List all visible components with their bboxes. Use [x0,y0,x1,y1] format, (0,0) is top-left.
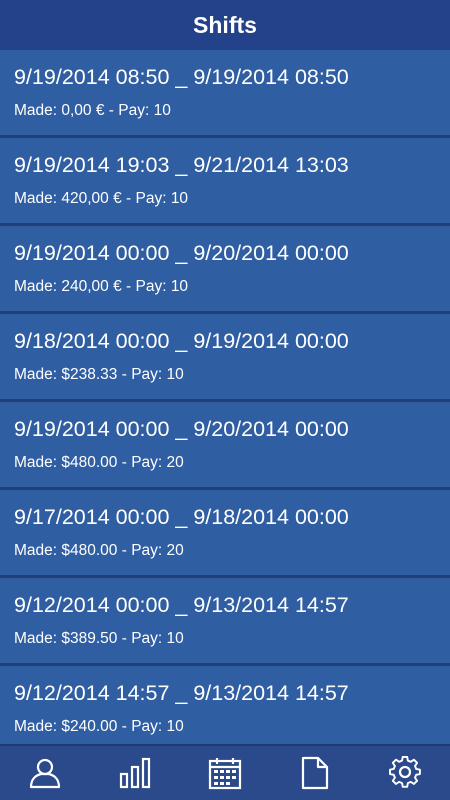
shift-earnings: Made: $238.33 - Pay: 10 [14,366,184,383]
shift-earnings: Made: $240.00 - Pay: 10 [14,718,184,735]
shift-list-item[interactable]: 9/12/2014 00:00 _ 9/13/2014 14:57 Made: … [0,578,450,663]
tab-profile[interactable] [0,746,90,800]
tab-reports[interactable] [270,746,360,800]
shift-earnings: Made: $389.50 - Pay: 10 [14,630,184,647]
shift-list-item[interactable]: 9/18/2014 00:00 _ 9/19/2014 00:00 Made: … [0,314,450,399]
gear-icon [389,756,421,788]
tab-settings[interactable] [360,746,450,800]
shift-list-item[interactable]: 9/19/2014 19:03 _ 9/21/2014 13:03 Made: … [0,138,450,223]
bottom-tab-bar [0,744,450,800]
shift-date-range: 9/19/2014 00:00 _ 9/20/2014 00:00 [14,241,349,265]
app-header: Shifts [0,0,450,50]
tab-calendar[interactable] [180,746,270,800]
calendar-icon [208,758,242,790]
shift-date-range: 9/19/2014 08:50 _ 9/19/2014 08:50 [14,65,349,89]
shift-earnings: Made: 240,00 € - Pay: 10 [14,278,189,295]
shift-list[interactable]: 9/19/2014 08:50 _ 9/19/2014 08:50 Made: … [0,50,450,744]
document-icon [301,756,329,790]
shift-date-range: 9/12/2014 14:57 _ 9/13/2014 14:57 [14,681,349,705]
shift-date-range: 9/19/2014 19:03 _ 9/21/2014 13:03 [14,153,349,177]
tab-statistics[interactable] [90,746,180,800]
page-title: Shifts [193,11,257,38]
shift-date-range: 9/19/2014 00:00 _ 9/20/2014 00:00 [14,417,349,441]
shift-list-item[interactable]: 9/19/2014 00:00 _ 9/20/2014 00:00 Made: … [0,226,450,311]
shift-earnings: Made: 0,00 € - Pay: 10 [14,102,171,119]
shift-date-range: 9/12/2014 00:00 _ 9/13/2014 14:57 [14,593,349,617]
shift-date-range: 9/18/2014 00:00 _ 9/19/2014 00:00 [14,329,349,353]
bar-chart-icon [119,757,151,789]
shift-date-range: 9/17/2014 00:00 _ 9/18/2014 00:00 [14,505,349,529]
shift-list-item[interactable]: 9/17/2014 00:00 _ 9/18/2014 00:00 Made: … [0,490,450,575]
shift-list-item[interactable]: 9/12/2014 14:57 _ 9/13/2014 14:57 Made: … [0,666,450,744]
shift-list-item[interactable]: 9/19/2014 00:00 _ 9/20/2014 00:00 Made: … [0,402,450,487]
shift-earnings: Made: $480.00 - Pay: 20 [14,454,184,471]
person-icon [29,758,61,789]
shift-list-item[interactable]: 9/19/2014 08:50 _ 9/19/2014 08:50 Made: … [0,50,450,135]
shift-earnings: Made: $480.00 - Pay: 20 [14,542,184,559]
shift-earnings: Made: 420,00 € - Pay: 10 [14,190,189,207]
